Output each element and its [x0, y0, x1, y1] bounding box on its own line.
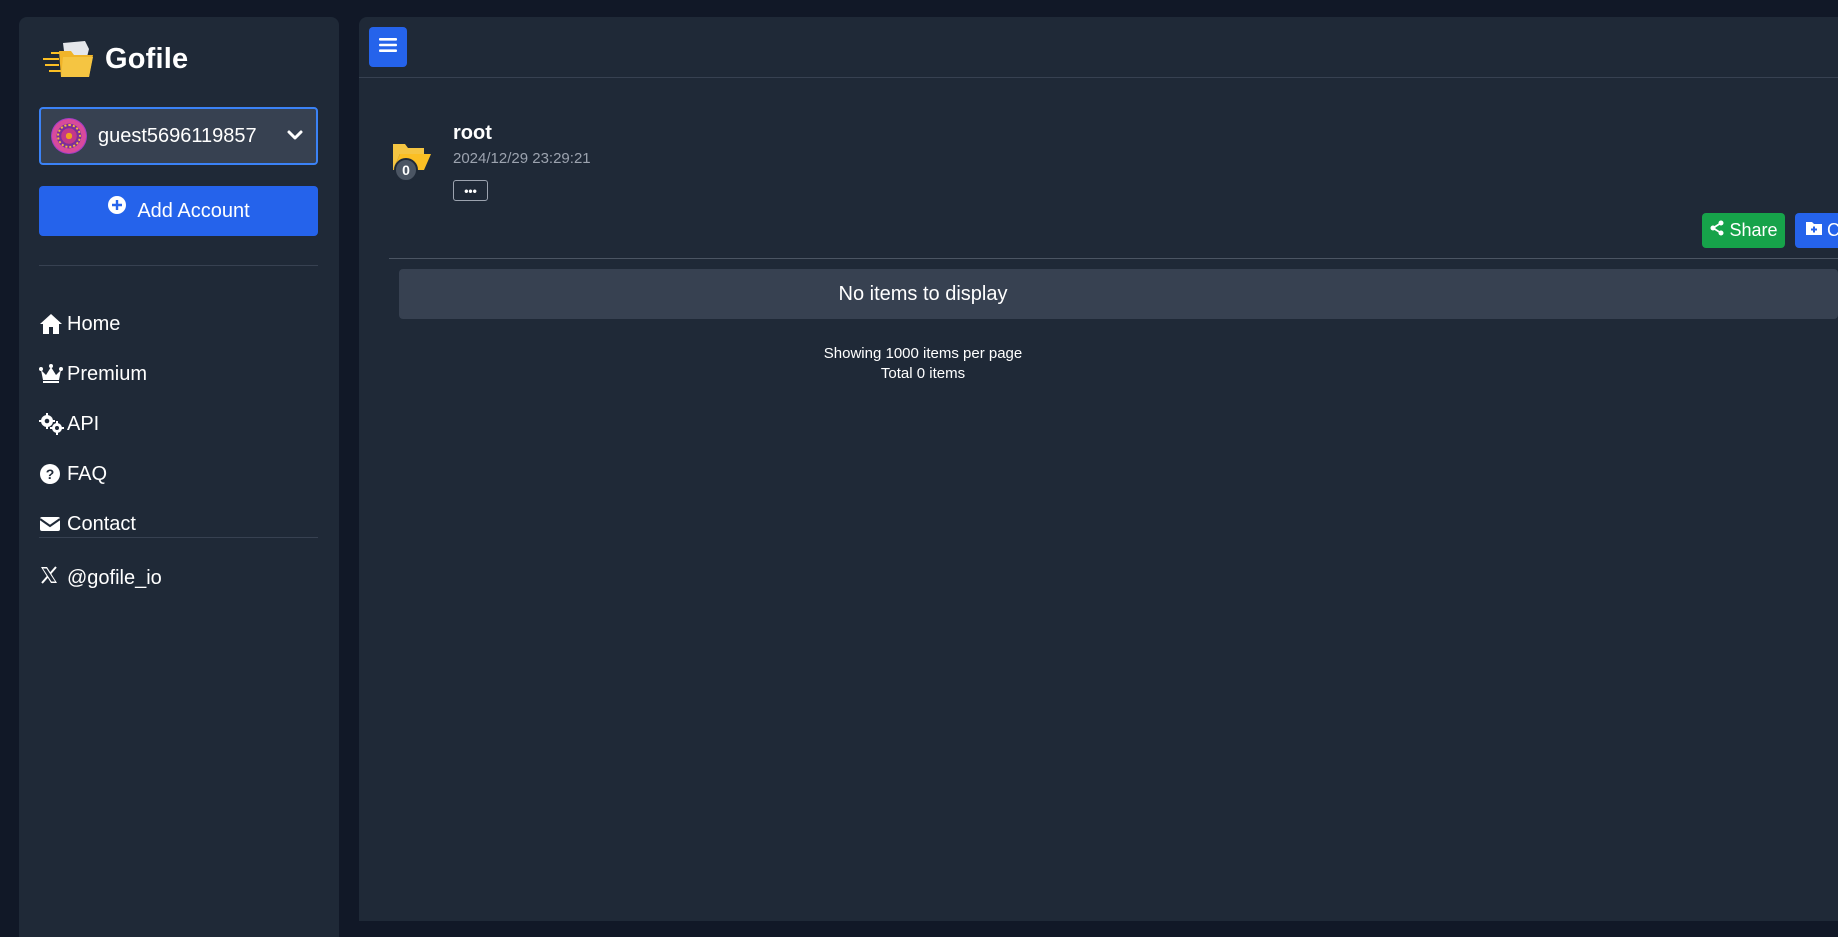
sidebar-divider [39, 265, 318, 266]
folder-options-button[interactable]: ••• [453, 180, 488, 201]
add-account-button[interactable]: Add Account [39, 186, 318, 236]
hamburger-icon [379, 37, 397, 58]
brand[interactable]: Gofile [41, 37, 188, 81]
main-content: 0 root 2024/12/29 23:29:21 ••• Share C N… [359, 17, 1838, 921]
brand-name: Gofile [105, 42, 189, 75]
share-icon [1709, 220, 1725, 241]
file-count-badge: 0 [394, 158, 418, 182]
empty-message: No items to display [838, 282, 1008, 305]
envelope-icon [39, 515, 67, 533]
content-divider [389, 258, 1838, 259]
chevron-down-icon [286, 126, 304, 149]
create-folder-button[interactable]: C [1795, 213, 1838, 248]
account-username: guest5696119857 [98, 124, 257, 147]
sidebar-item-faq[interactable]: ? FAQ [39, 449, 318, 499]
pagination-info: Showing 1000 items per page Total 0 item… [399, 344, 1447, 384]
total-items: Total 0 items [880, 365, 966, 382]
account-selector[interactable]: guest5696119857 [39, 107, 318, 165]
gofile-logo-icon [41, 37, 95, 81]
share-button[interactable]: Share [1702, 213, 1785, 248]
sidebar-item-api[interactable]: API [39, 399, 318, 449]
avatar [51, 118, 87, 154]
create-folder-label: C [1827, 220, 1838, 240]
sidebar-divider [39, 537, 318, 538]
menu-toggle-button[interactable] [369, 27, 407, 67]
sidebar-nav: Home Premium API ? FAQ Contact [39, 299, 318, 549]
svg-text:?: ? [46, 466, 55, 482]
sidebar-item-label: Contact [67, 512, 136, 535]
sidebar-item-twitter[interactable]: @gofile_io [39, 565, 162, 591]
x-logo-icon [39, 565, 67, 591]
topbar-divider [359, 77, 1838, 78]
crown-icon [39, 364, 67, 384]
question-circle-icon: ? [39, 463, 67, 485]
sidebar-item-label: FAQ [67, 462, 108, 485]
folder-plus-icon [1805, 220, 1823, 241]
sidebar-item-premium[interactable]: Premium [39, 349, 318, 399]
share-label: Share [1729, 220, 1778, 240]
gears-icon [39, 413, 67, 435]
items-per-page: Showing 1000 items per page [823, 345, 1023, 362]
sidebar-item-contact[interactable]: Contact [39, 499, 318, 549]
folder-date: 2024/12/29 23:29:21 [453, 150, 591, 167]
sidebar-item-home[interactable]: Home [39, 299, 318, 349]
add-account-label: Add Account [137, 199, 250, 222]
sidebar-item-label: Premium [67, 362, 148, 385]
sidebar: Gofile guest5696119857 Add Account Home … [19, 17, 339, 937]
sidebar-item-label: API [67, 412, 100, 435]
folder-name: root [453, 122, 492, 144]
plus-circle-icon [107, 195, 127, 221]
home-icon [39, 313, 67, 335]
twitter-handle: @gofile_io [67, 566, 162, 589]
sidebar-item-label: Home [67, 312, 121, 335]
empty-state: No items to display [399, 269, 1838, 319]
